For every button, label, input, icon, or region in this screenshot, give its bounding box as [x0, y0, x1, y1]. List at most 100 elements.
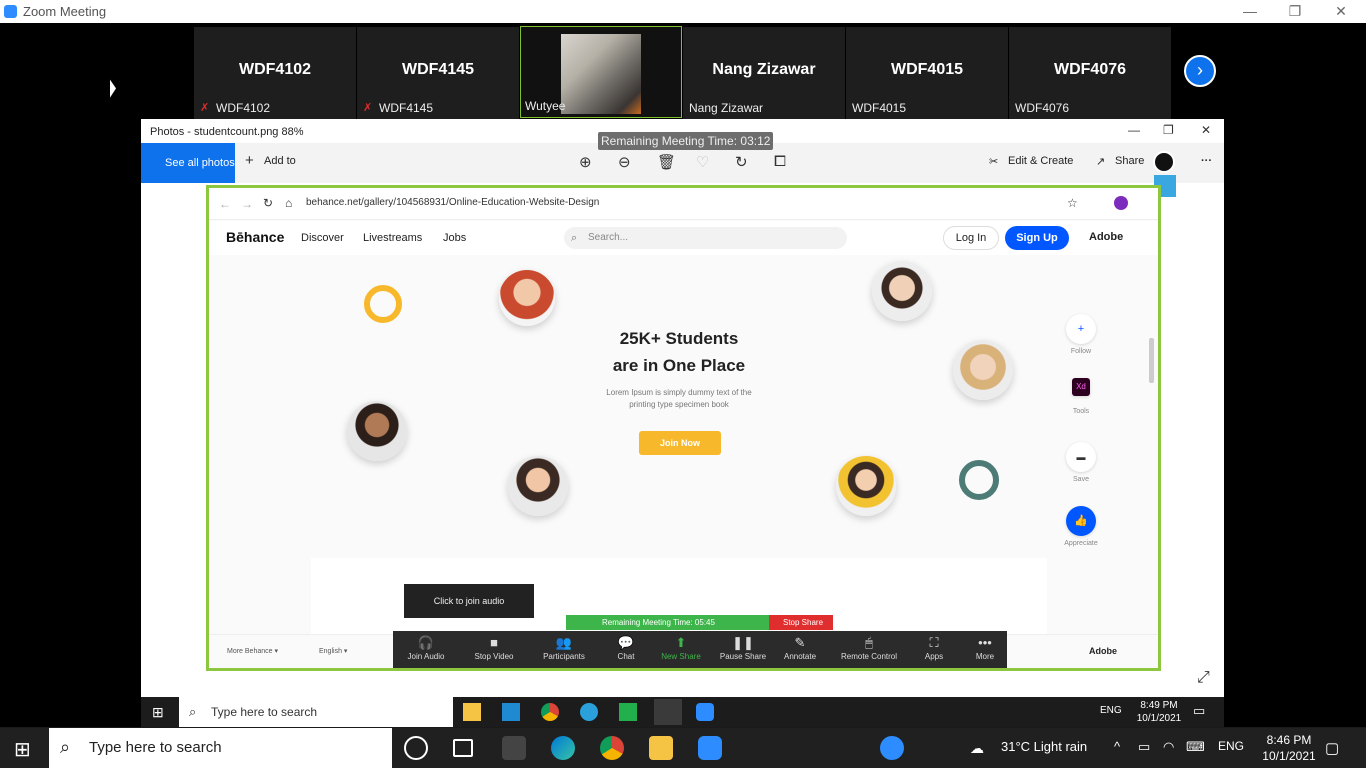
delete-icon[interactable]: 🗑 [657, 153, 676, 171]
student-avatar [953, 340, 1013, 400]
scrollbar-thumb[interactable] [1149, 338, 1154, 383]
hero-subtitle: Lorem Ipsum is simply dummy text of the … [589, 387, 769, 411]
folder-icon: ▬ [1066, 442, 1096, 472]
show-hidden-icons-icon[interactable]: ^ [1114, 739, 1120, 754]
zoom-in-icon[interactable]: ⊕ [579, 153, 592, 171]
telegram-icon [580, 703, 598, 721]
stop-video-button[interactable]: ■ Stop Video [463, 635, 525, 661]
adobe-logo: Adobe [1089, 231, 1124, 243]
file-explorer-icon[interactable] [649, 736, 673, 760]
bookmark-star-icon[interactable]: ☆ [1067, 196, 1078, 210]
cortana-icon[interactable] [404, 736, 428, 760]
zoom-app-icon[interactable] [698, 736, 722, 760]
new-share-button[interactable]: ⬆ New Share [650, 635, 712, 661]
add-to-button[interactable]: Add to [264, 155, 296, 167]
stop-share-button[interactable]: Stop Share [769, 615, 833, 630]
action-center-icon[interactable]: ▢ [1325, 739, 1339, 757]
close-button[interactable]: ✕ [1318, 1, 1364, 21]
participant-tile[interactable]: WDF4145 ✗ WDF4145 [357, 27, 519, 119]
login-button[interactable]: Log In [943, 226, 999, 250]
taskbar-search-input[interactable]: Type here to search [49, 728, 392, 768]
participant-label: Nang Zizawar [689, 101, 764, 115]
nav-jobs[interactable]: Jobs [443, 232, 466, 244]
remote-control-button[interactable]: 🖱 Remote Control [836, 635, 902, 661]
student-avatar [347, 401, 407, 461]
nav-livestreams[interactable]: Livestreams [363, 232, 422, 244]
back-icon[interactable]: ← [219, 197, 231, 211]
rail-appreciate[interactable]: 👍 Appreciate [1059, 506, 1103, 547]
windows-start-icon[interactable]: ⊞ [14, 737, 31, 762]
wifi-icon[interactable]: ◠ [1163, 739, 1174, 755]
minimize-button[interactable]: — [1227, 1, 1273, 21]
zoom-title-bar: Zoom Meeting — ❐ ✕ [0, 0, 1366, 23]
home-icon[interactable]: ⌂ [285, 196, 292, 210]
control-label: Participants [543, 652, 585, 661]
nav-discover[interactable]: Discover [301, 232, 344, 244]
remaining-time-tooltip: Remaining Meeting Time: 03:12 [598, 132, 774, 150]
signup-button[interactable]: Sign Up [1005, 226, 1069, 250]
participant-tile[interactable]: WDF4015 WDF4015 [846, 27, 1008, 119]
control-label: Stop Video [474, 652, 514, 661]
fullscreen-expand-icon[interactable]: ⤢ [1197, 669, 1210, 687]
see-all-photos-button[interactable]: See all photos [141, 143, 235, 183]
participant-tile[interactable]: WDF4102 ✗ WDF4102 [194, 27, 356, 119]
favorite-heart-icon[interactable]: ♡ [696, 153, 709, 171]
rail-save[interactable]: ▬ Save [1059, 442, 1103, 483]
browser-address-bar: ← → ↻ ⌂ behance.net/gallery/104568931/On… [209, 188, 1158, 220]
behance-logo[interactable]: Bēhance [226, 229, 284, 245]
restore-button[interactable]: ❐ [1272, 1, 1318, 21]
rail-follow[interactable]: + Follow [1059, 314, 1103, 355]
taskbar-date: 10/1/2021 [1262, 749, 1316, 763]
annotate-button[interactable]: ✎ Annotate [769, 635, 831, 661]
pause-share-button[interactable]: ❚❚ Pause Share [712, 635, 774, 661]
rotate-icon[interactable]: ↻ [735, 153, 748, 171]
edge-icon[interactable] [551, 736, 575, 760]
next-page-arrow-icon[interactable]: › [1184, 55, 1216, 87]
zoom-out-icon[interactable]: ⊖ [618, 153, 631, 171]
language-dropdown[interactable]: English ▾ [319, 647, 347, 655]
keyboard-icon[interactable]: ⌨ [1186, 739, 1205, 755]
chrome-icon[interactable] [600, 736, 624, 760]
forward-icon[interactable]: → [241, 197, 253, 211]
search-icon: ⌕ [189, 704, 197, 719]
participants-button[interactable]: 👥 Participants [533, 635, 595, 661]
join-audio-button[interactable]: 🎧 Join Audio [395, 635, 457, 661]
taskbar-clock[interactable]: 8:46 PM 10/1/2021 [1254, 732, 1324, 764]
rail-label: Appreciate [1064, 540, 1098, 547]
weather-cloud-icon: ☁ [970, 740, 984, 756]
share-up-arrow-icon: ⬆ [675, 635, 687, 650]
more-button[interactable]: ••• More [954, 635, 1016, 661]
participant-tile[interactable]: WDF4076 WDF4076 [1009, 27, 1171, 119]
decor-ring [959, 460, 999, 500]
url-text[interactable]: behance.net/gallery/104568931/Online-Edu… [306, 197, 946, 212]
behance-search-input[interactable]: Search... [564, 227, 847, 249]
share-button[interactable]: Share [1115, 155, 1144, 167]
join-now-button[interactable]: Join Now [639, 431, 721, 455]
more-dots-icon: ••• [978, 635, 992, 650]
photos-close-button[interactable]: ✕ [1201, 123, 1211, 137]
mouse-cursor-icon [110, 79, 116, 101]
profile-avatar[interactable] [1114, 196, 1128, 210]
chat-button[interactable]: 💬 Chat [595, 635, 657, 661]
crop-icon[interactable]: ⧠ [774, 153, 786, 170]
more-behance-dropdown[interactable]: More Behance ▾ [227, 647, 278, 655]
photos-restore-button[interactable]: ❐ [1163, 123, 1174, 137]
taskbar-lang[interactable]: ENG [1218, 739, 1244, 753]
participant-photo [561, 34, 641, 114]
photos-minimize-button[interactable]: — [1128, 123, 1140, 137]
taskbar-time: 8:46 PM [1266, 733, 1312, 747]
more-options-icon[interactable]: ··· [1201, 155, 1212, 167]
rail-tools[interactable]: Xd Tools [1059, 378, 1103, 415]
task-view-icon[interactable] [453, 739, 473, 757]
edit-create-button[interactable]: Edit & Create [1008, 155, 1073, 167]
reload-icon[interactable]: ↻ [263, 196, 273, 210]
battery-icon[interactable]: ▭ [1138, 739, 1150, 755]
mysql-app-icon[interactable] [502, 736, 526, 760]
control-label: Annotate [783, 652, 817, 661]
participant-tile-active[interactable]: Wutyee [520, 26, 682, 118]
weather-text[interactable]: 31°C Light rain [1001, 739, 1087, 754]
help-icon[interactable] [880, 736, 904, 760]
search-icon: ⌕ [60, 737, 71, 757]
participant-tile[interactable]: Nang Zizawar Nang Zizawar [683, 27, 845, 119]
inner-time: 8:49 PM [1140, 700, 1178, 711]
